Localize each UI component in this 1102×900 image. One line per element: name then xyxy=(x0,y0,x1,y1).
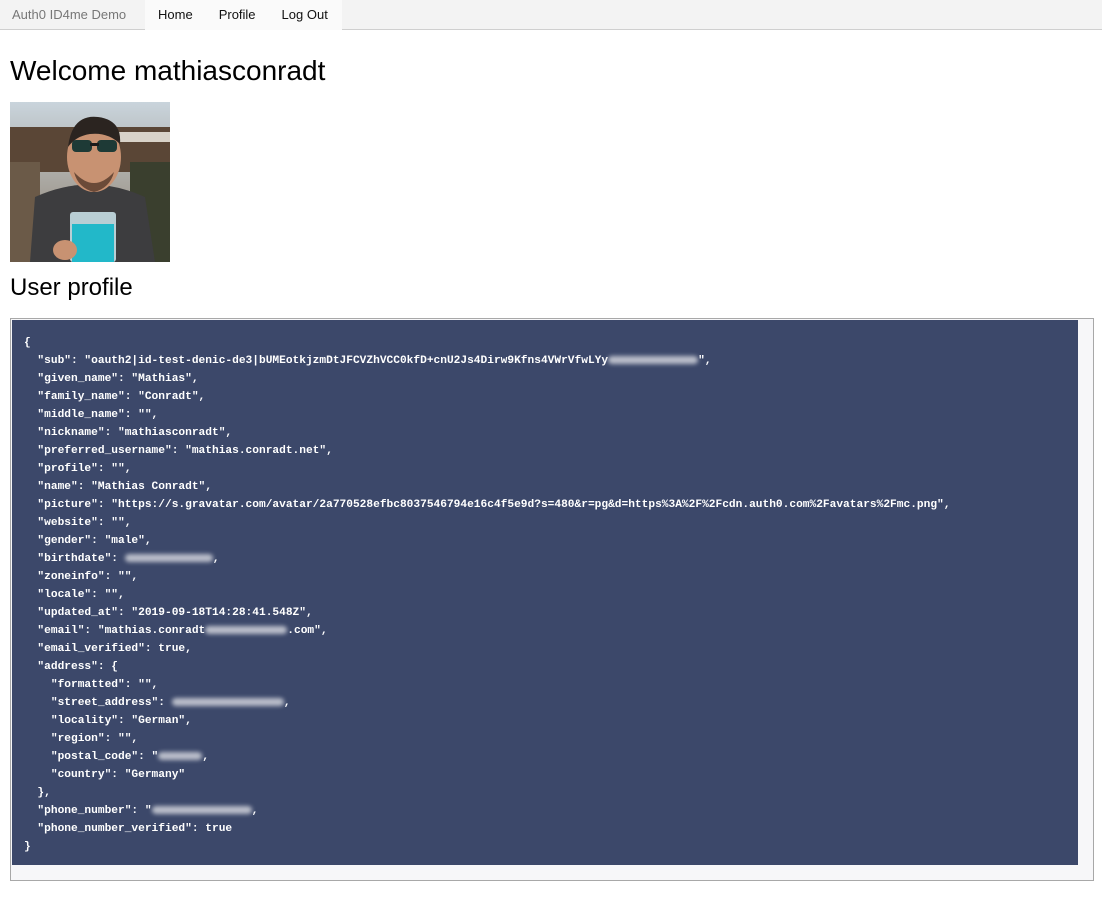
json-line: "locality": "German", xyxy=(24,715,192,727)
json-line: "email_verified": true, xyxy=(24,643,192,655)
nav-links: Home Profile Log Out xyxy=(145,0,342,30)
json-line: "middle_name": "", xyxy=(24,409,159,421)
json-line: "preferred_username": "mathias.conradt.n… xyxy=(24,445,333,457)
brand-link[interactable]: Auth0 ID4me Demo xyxy=(12,7,126,22)
avatar-photo-icon xyxy=(10,102,170,262)
json-line: "website": "", xyxy=(24,517,132,529)
json-line: "formatted": "", xyxy=(24,679,159,691)
json-line: "birthdate": , xyxy=(24,553,220,565)
avatar xyxy=(10,102,170,262)
json-line: "sub": "oauth2|id-test-denic-de3|bUMEotk… xyxy=(24,355,712,367)
redacted-blur xyxy=(205,626,288,635)
redacted-blur xyxy=(158,752,203,761)
nav-home-link[interactable]: Home xyxy=(145,0,206,30)
top-navbar: Auth0 ID4me Demo Home Profile Log Out xyxy=(0,0,1102,30)
json-line: "gender": "male", xyxy=(24,535,152,547)
json-line: "given_name": "Mathias", xyxy=(24,373,199,385)
json-line: "country": "Germany" xyxy=(24,769,186,781)
profile-json-container[interactable]: { "sub": "oauth2|id-test-denic-de3|bUMEo… xyxy=(10,318,1094,881)
profile-json-code: { "sub": "oauth2|id-test-denic-de3|bUMEo… xyxy=(12,320,1078,865)
json-line: "phone_number_verified": true xyxy=(24,823,233,835)
redacted-blur xyxy=(608,356,699,365)
json-line: "street_address": , xyxy=(24,697,291,709)
redacted-blur xyxy=(171,698,284,707)
json-line: "phone_number": ", xyxy=(24,805,259,817)
redacted-blur xyxy=(151,806,252,815)
json-line: "postal_code": ", xyxy=(24,751,209,763)
json-line: "updated_at": "2019-09-18T14:28:41.548Z"… xyxy=(24,607,313,619)
json-line: { xyxy=(24,337,31,349)
redacted-blur xyxy=(124,554,213,563)
json-line: "zoneinfo": "", xyxy=(24,571,139,583)
json-line: }, xyxy=(24,787,51,799)
json-line: "locale": "", xyxy=(24,589,125,601)
welcome-title: Welcome mathiasconradt xyxy=(10,55,326,86)
user-profile-heading: User profile xyxy=(10,274,133,301)
nav-logout-link[interactable]: Log Out xyxy=(269,0,341,30)
json-line: "address": { xyxy=(24,661,118,673)
json-line: "family_name": "Conradt", xyxy=(24,391,206,403)
json-line: } xyxy=(24,841,31,853)
nav-profile-link[interactable]: Profile xyxy=(206,0,269,30)
json-line: "profile": "", xyxy=(24,463,132,475)
json-line: "email": "mathias.conradt .com", xyxy=(24,625,328,637)
json-line: "nickname": "mathiasconradt", xyxy=(24,427,233,439)
json-line: "name": "Mathias Conradt", xyxy=(24,481,212,493)
json-line: "picture": "https://s.gravatar.com/avata… xyxy=(24,499,951,511)
json-line: "region": "", xyxy=(24,733,139,745)
